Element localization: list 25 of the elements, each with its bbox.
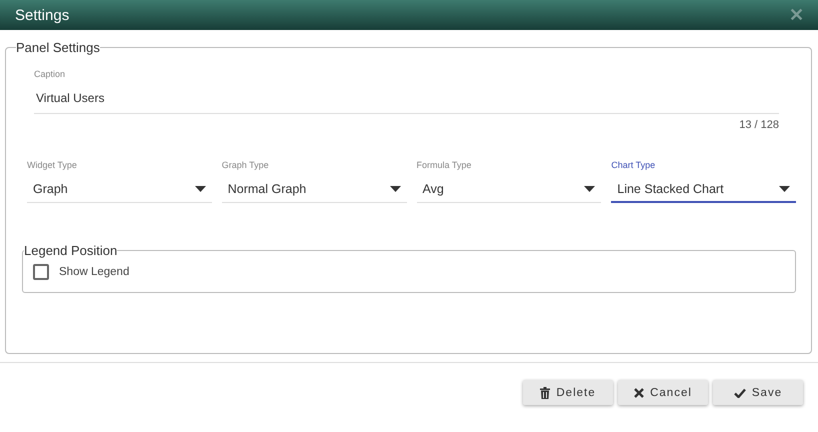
caret-icon bbox=[584, 186, 596, 192]
field-label: Chart Type bbox=[611, 160, 656, 170]
group-title: Legend Position bbox=[24, 243, 118, 258]
field-label: Graph Type bbox=[222, 160, 270, 170]
dropdown[interactable]: Line Stacked Chart bbox=[611, 182, 796, 203]
close-icon bbox=[634, 388, 644, 398]
field-label: Widget Type bbox=[27, 160, 78, 170]
delete-button[interactable]: Delete bbox=[523, 380, 613, 405]
field-label: Formula Type bbox=[416, 160, 472, 170]
caret-icon bbox=[194, 186, 206, 192]
window-title: Settings bbox=[15, 6, 70, 24]
trash-icon bbox=[540, 386, 550, 398]
character-counter: 13 / 128 bbox=[739, 119, 779, 131]
cancel-button[interactable]: Cancel bbox=[618, 380, 708, 405]
checkbox[interactable] bbox=[33, 264, 49, 280]
caret-icon bbox=[390, 186, 400, 192]
field-label: Caption bbox=[34, 69, 66, 79]
group-title: Panel Settings bbox=[16, 40, 100, 55]
save-button[interactable]: Save bbox=[713, 380, 803, 405]
dropdown[interactable]: Avg bbox=[416, 182, 602, 203]
dropdown[interactable]: Normal Graph bbox=[222, 182, 406, 203]
checkbox-label: Show Legend bbox=[59, 266, 130, 278]
caret-icon bbox=[779, 186, 790, 192]
dropdown[interactable]: Graph bbox=[27, 182, 212, 203]
checkmark-icon bbox=[734, 388, 746, 398]
